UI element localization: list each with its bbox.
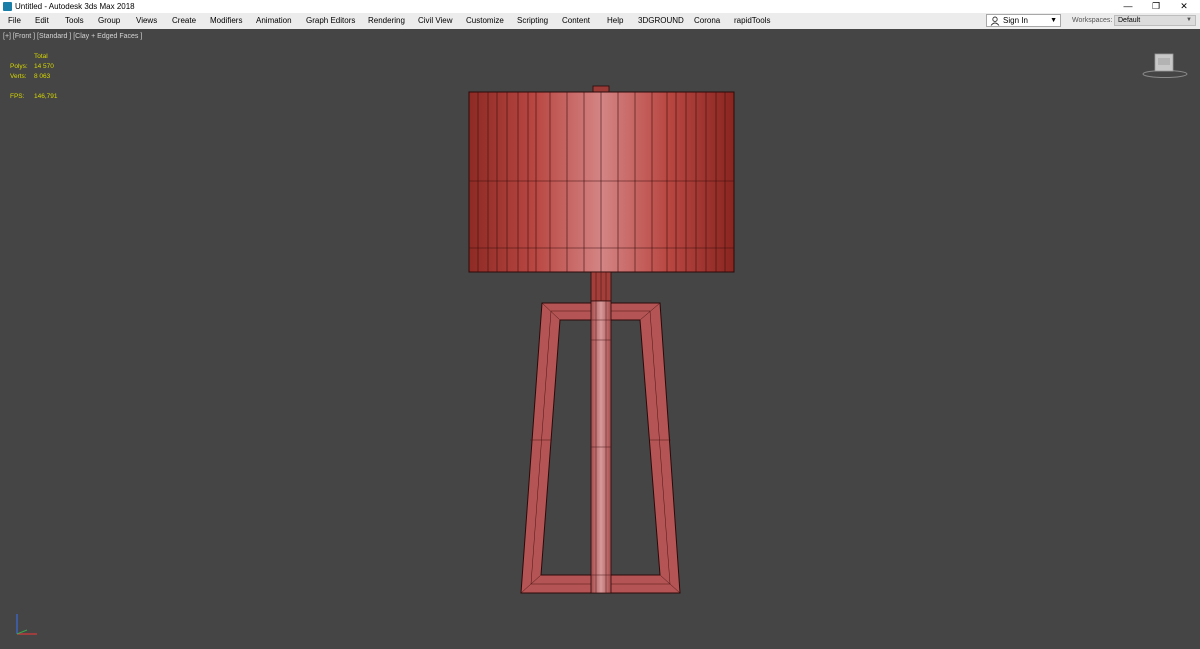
table-lamp-model[interactable] [0, 0, 1200, 649]
lamp-pole [590, 300, 612, 594]
finial [592, 85, 610, 93]
axis-tripod-icon [16, 614, 37, 635]
lamp-shade [468, 91, 735, 273]
lamp-neck [590, 271, 612, 302]
